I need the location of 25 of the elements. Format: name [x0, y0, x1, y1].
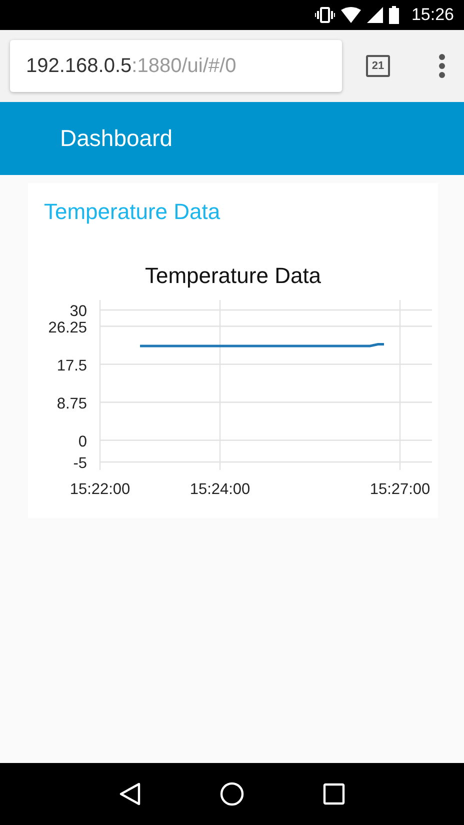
y-tick-label: -5	[73, 455, 87, 472]
clock-time: 15:26	[411, 5, 454, 25]
y-tick-label: 0	[78, 433, 87, 450]
home-icon[interactable]	[220, 782, 244, 806]
battery-icon	[389, 6, 400, 24]
menu-icon[interactable]	[438, 54, 446, 78]
tab-count-button[interactable]: 21	[366, 55, 390, 77]
card-title: Temperature Data	[43, 199, 222, 226]
x-tick-label: 15:27:00	[370, 481, 430, 498]
vibrate-icon	[315, 7, 336, 23]
y-tick-label: 26.25	[48, 319, 87, 336]
back-icon[interactable]	[119, 782, 142, 806]
url-path: :1880/ui/#/0	[132, 54, 236, 78]
wifi-icon	[341, 7, 362, 23]
address-field[interactable]: 192.168.0.5:1880/ui/#/0	[10, 40, 342, 92]
x-tick-label: 15:24:00	[190, 481, 250, 498]
x-tick-label: 15:22:00	[70, 481, 130, 498]
recents-icon[interactable]	[322, 783, 345, 805]
url-host: 192.168.0.5	[26, 54, 132, 78]
header-title: Dashboard	[60, 125, 173, 152]
y-tick-label: 17.5	[56, 357, 87, 374]
y-tick-label: 30	[70, 303, 87, 320]
chart-title: Temperature Data	[144, 263, 322, 288]
signal-icon	[367, 7, 384, 23]
y-tick-label: 8.75	[56, 395, 87, 412]
